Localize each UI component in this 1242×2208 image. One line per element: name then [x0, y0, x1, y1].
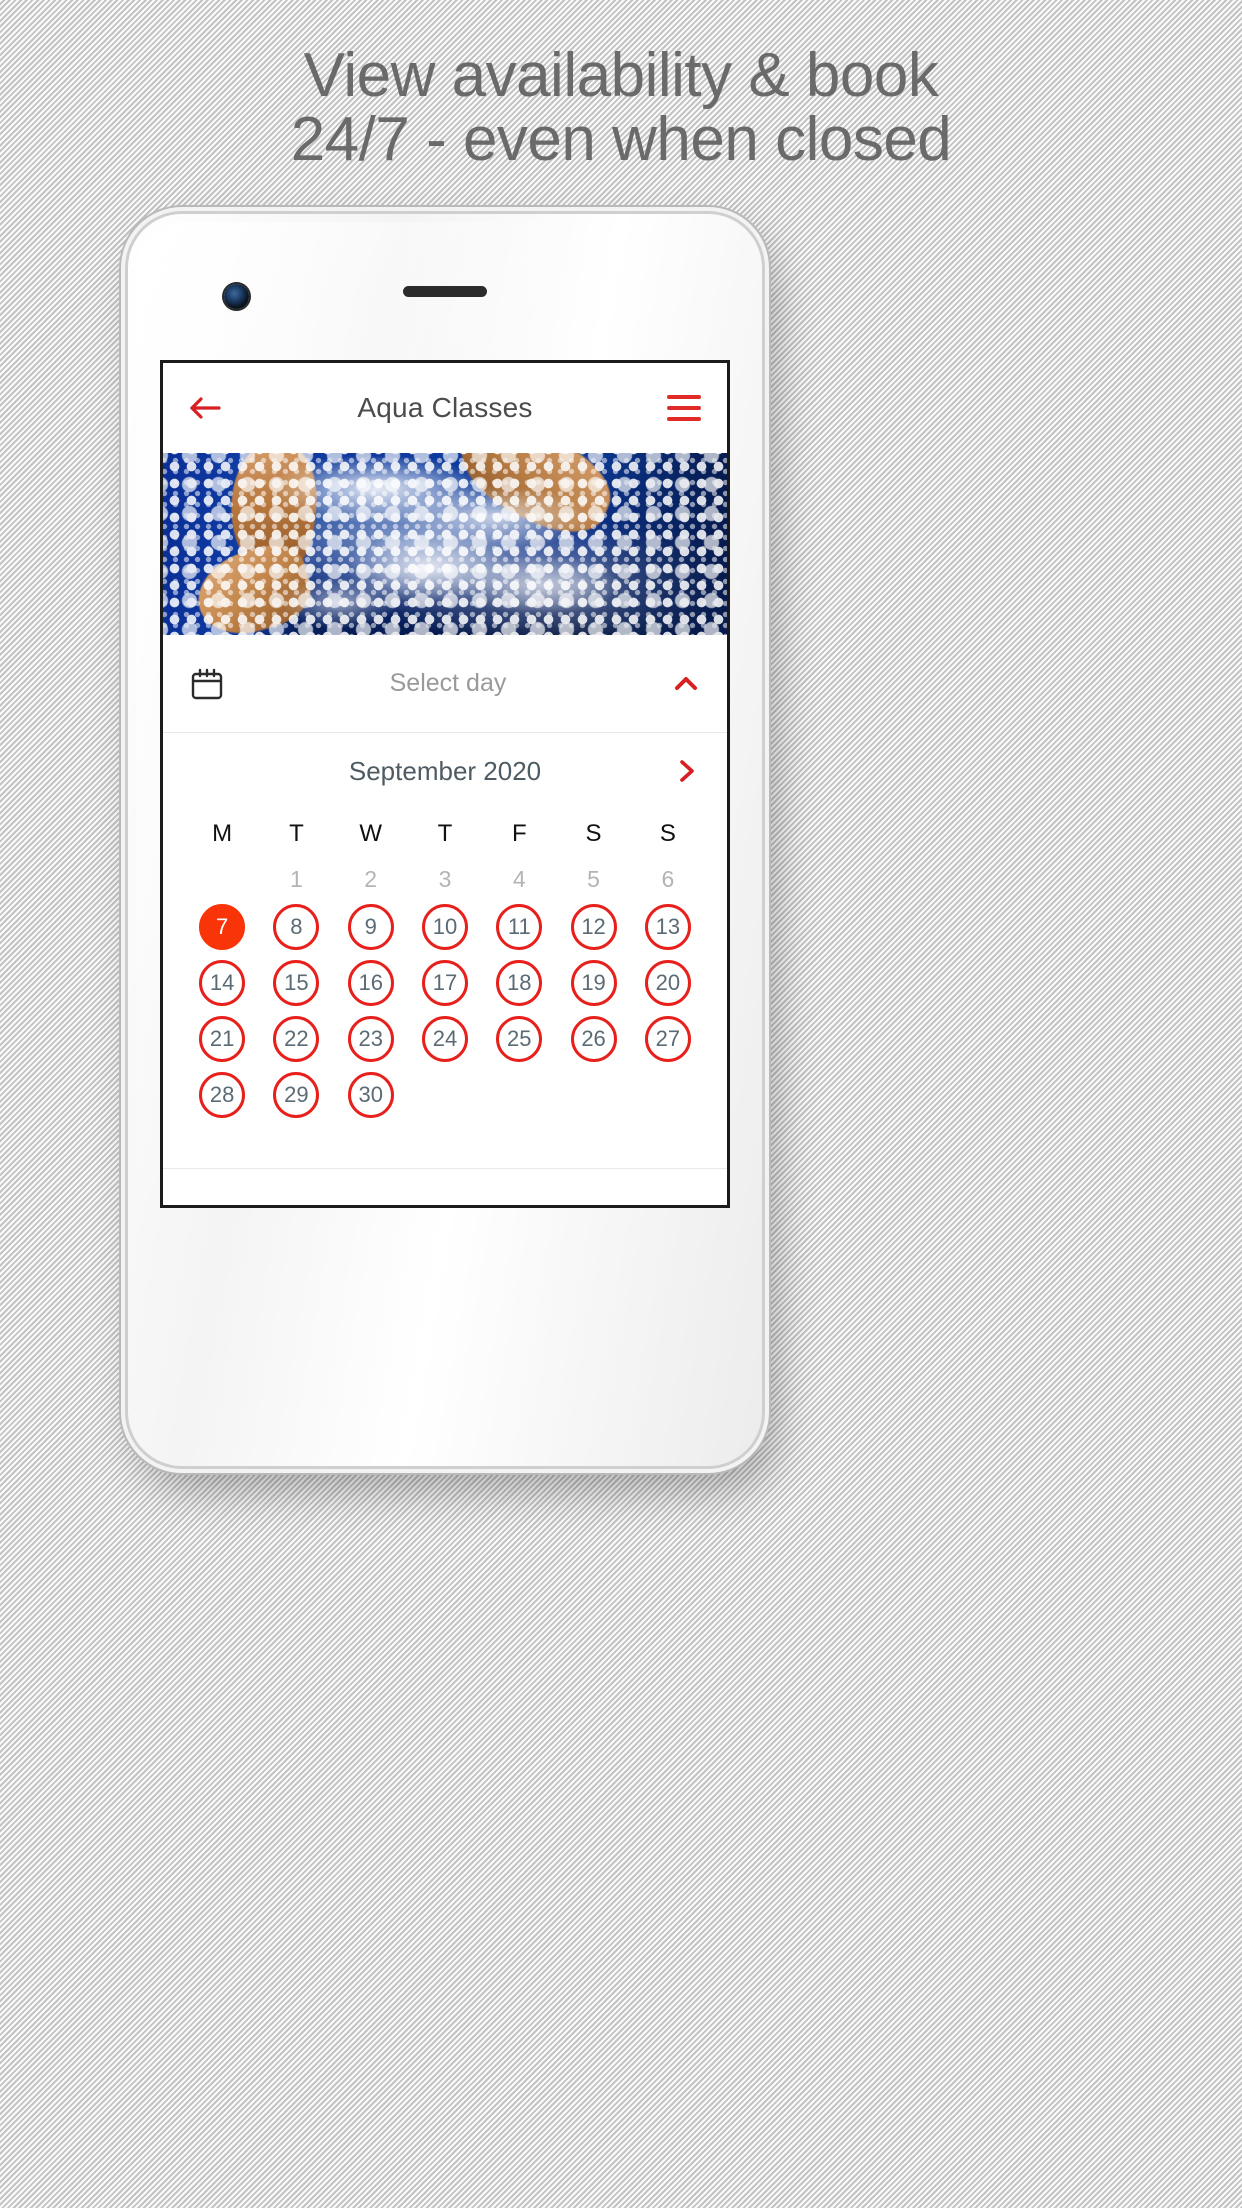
hamburger-bar-2: [667, 406, 701, 410]
weekday-label: T: [437, 820, 453, 847]
calendar-day-empty: [667, 1095, 668, 1096]
hamburger-bar-3: [667, 417, 701, 421]
calendar-month-label: September 2020: [348, 755, 542, 786]
calendar-day-available[interactable]: 11: [496, 904, 543, 950]
calendar-day-available[interactable]: 12: [570, 904, 617, 950]
calendar-day-available[interactable]: 17: [421, 960, 468, 1006]
select-day-label: Select day: [389, 669, 507, 697]
phone-chin: [128, 1214, 762, 1466]
calendar-day-available[interactable]: 24: [421, 1016, 468, 1062]
app-bar: Aqua Classes: [163, 363, 727, 453]
screen-bottom-divider: [163, 1168, 727, 1169]
calendar-day-available[interactable]: 8: [273, 904, 320, 950]
calendar-day-available[interactable]: 19: [570, 960, 617, 1006]
earpiece-speaker: [403, 286, 487, 297]
hamburger-bar-1: [667, 395, 701, 399]
weekday-label: S: [659, 820, 676, 847]
calendar-day-available[interactable]: 10: [421, 904, 468, 950]
page-title: Aqua Classes: [357, 392, 533, 423]
promo-headline: View availability & book 24/7 - even whe…: [0, 44, 1242, 172]
calendar-day-empty: [593, 1095, 594, 1096]
calendar-week-row: 1 2 3 4 5 6: [185, 859, 705, 899]
calendar-day-available[interactable]: 13: [644, 904, 691, 950]
calendar-day-available[interactable]: 29: [273, 1072, 320, 1118]
hero-image: [163, 453, 727, 635]
calendar-day-unavailable: 2: [364, 865, 378, 892]
phone-screen: Aqua Classes Select day September 2020 M…: [160, 360, 730, 1208]
weekday-label: M: [212, 820, 233, 847]
front-camera-icon: [224, 284, 249, 309]
chevron-right-icon[interactable]: [673, 758, 699, 784]
calendar-day-available[interactable]: 23: [347, 1016, 394, 1062]
calendar-weeks: 1 2 3 4 5 6 7 8 9 10 11 12 13 14 15 16 17 18 19 20 21 22 23 24 2…: [185, 859, 705, 1123]
calendar-week-row: 28 29 30: [185, 1067, 705, 1123]
hero-bubbles-layer: [163, 453, 727, 635]
promo-headline-line-1: View availability & book: [303, 41, 939, 110]
calendar-day-unavailable: 5: [587, 865, 600, 892]
calendar-day-empty: [444, 1095, 445, 1096]
calendar-day-available[interactable]: 16: [347, 960, 394, 1006]
calendar-day-empty: [222, 879, 223, 880]
calendar-icon: [191, 668, 223, 699]
calendar-week-row: 7 8 9 10 11 12 13: [185, 899, 705, 955]
calendar-day-selected[interactable]: 7: [199, 904, 246, 950]
weekday-label: F: [511, 820, 527, 847]
calendar-day-available[interactable]: 15: [273, 960, 320, 1006]
calendar-day-available[interactable]: 30: [347, 1072, 394, 1118]
phone-mockup: Aqua Classes Select day September 2020 M…: [128, 214, 762, 1466]
calendar-day-available[interactable]: 25: [496, 1016, 543, 1062]
calendar-weekday-header: M T W T F S S: [185, 809, 705, 859]
calendar-day-available[interactable]: 14: [199, 960, 246, 1006]
calendar-week-row: 21 22 23 24 25 26 27: [185, 1011, 705, 1067]
calendar-day-available[interactable]: 27: [644, 1016, 691, 1062]
chevron-up-icon[interactable]: [671, 669, 701, 699]
calendar-day-unavailable: 3: [438, 865, 452, 892]
calendar-day-available[interactable]: 9: [347, 904, 394, 950]
weekday-label: T: [289, 820, 304, 847]
calendar-day-available[interactable]: 21: [199, 1016, 246, 1062]
calendar-day-unavailable: 6: [661, 865, 675, 892]
hamburger-menu-icon[interactable]: [667, 395, 701, 421]
arrow-left-icon[interactable]: [189, 391, 223, 425]
promo-headline-line-2: 24/7 - even when closed: [290, 104, 952, 174]
calendar-month-row: September 2020: [185, 733, 705, 809]
calendar-day-available[interactable]: 28: [199, 1072, 246, 1118]
weekday-label: W: [359, 820, 383, 847]
calendar-day-available[interactable]: 22: [273, 1016, 320, 1062]
calendar-day-unavailable: 1: [290, 865, 303, 892]
calendar-week-row: 14 15 16 17 18 19 20: [185, 955, 705, 1011]
calendar-day-available[interactable]: 20: [644, 960, 691, 1006]
calendar-panel: September 2020 M T W T F S S 1 2 3 4 5 6 7 8 9 10…: [163, 733, 727, 1123]
calendar-day-available[interactable]: 26: [570, 1016, 617, 1062]
select-day-row[interactable]: Select day: [163, 635, 727, 733]
calendar-day-unavailable: 4: [512, 865, 526, 892]
weekday-label: S: [585, 820, 602, 847]
calendar-day-empty: [519, 1095, 520, 1096]
calendar-day-available[interactable]: 18: [496, 960, 543, 1006]
